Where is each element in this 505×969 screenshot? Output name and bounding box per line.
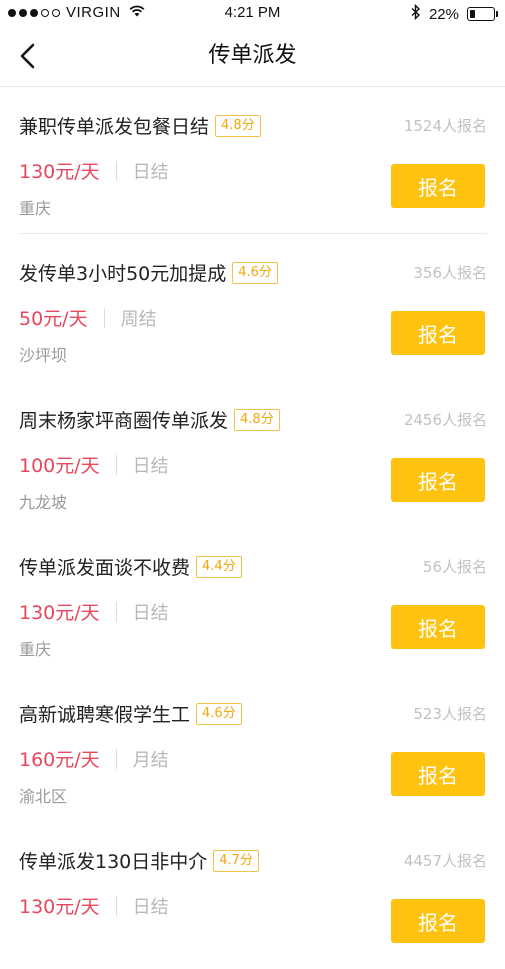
job-card[interactable]: 传单派发面谈不收费 4.4分 56人报名 130元/天 日结 重庆 报名 xyxy=(0,528,505,675)
pay-rate: 130元/天 xyxy=(19,896,100,918)
applicant-count: 4457人报名 xyxy=(403,852,487,870)
job-location: 重庆 xyxy=(19,199,52,218)
job-title: 周末杨家坪商圈传单派发 xyxy=(19,410,229,432)
job-title: 发传单3小时50元加提成 xyxy=(19,263,227,285)
pay-row: 130元/天 日结 xyxy=(19,598,169,625)
pay-rate: 100元/天 xyxy=(19,455,100,477)
job-card[interactable]: 发传单3小时50元加提成 4.6分 356人报名 50元/天 周结 沙坪坝 报名 xyxy=(0,234,505,381)
job-card[interactable]: 兼职传单派发包餐日结 4.8分 1524人报名 130元/天 日结 重庆 报名 xyxy=(0,87,505,234)
apply-button[interactable]: 报名 xyxy=(391,752,485,796)
pay-rate: 160元/天 xyxy=(19,749,100,771)
pay-row: 130元/天 日结 xyxy=(19,157,169,184)
nav-bar: 传单派发 xyxy=(0,26,505,87)
pay-row: 100元/天 日结 xyxy=(19,451,169,478)
job-location: 重庆 xyxy=(19,640,52,659)
pay-divider xyxy=(103,307,105,328)
settlement-type: 日结 xyxy=(132,602,169,624)
job-location: 九龙坡 xyxy=(19,493,68,512)
battery-icon xyxy=(467,7,498,21)
apply-button[interactable]: 报名 xyxy=(391,458,485,502)
apply-button[interactable]: 报名 xyxy=(391,164,485,208)
job-title: 兼职传单派发包餐日结 xyxy=(19,116,210,138)
rating-badge: 4.8分 xyxy=(215,114,261,137)
page-title: 传单派发 xyxy=(208,43,297,68)
job-list: 兼职传单派发包餐日结 4.8分 1524人报名 130元/天 日结 重庆 报名 … xyxy=(0,87,505,969)
bluetooth-icon xyxy=(411,3,421,24)
job-card[interactable]: 传单派发130日非中介 4.7分 4457人报名 130元/天 日结 报名 xyxy=(0,822,505,969)
job-card[interactable]: 高新诚聘寒假学生工 4.6分 523人报名 160元/天 月结 渝北区 报名 xyxy=(0,675,505,822)
pay-rate: 50元/天 xyxy=(19,308,88,330)
rating-badge: 4.4分 xyxy=(196,555,242,578)
pay-divider xyxy=(115,454,117,475)
apply-button[interactable]: 报名 xyxy=(391,311,485,355)
applicant-count: 356人报名 xyxy=(413,264,487,282)
settlement-type: 月结 xyxy=(132,749,169,771)
job-title-row: 高新诚聘寒假学生工 4.6分 xyxy=(19,700,242,727)
status-right: 22% xyxy=(411,3,498,24)
rating-badge: 4.7分 xyxy=(213,849,259,872)
pay-rate: 130元/天 xyxy=(19,602,100,624)
pay-divider xyxy=(115,895,117,916)
job-location: 渝北区 xyxy=(19,787,68,806)
settlement-type: 日结 xyxy=(132,161,169,183)
pay-row: 50元/天 周结 xyxy=(19,304,157,331)
job-title: 传单派发130日非中介 xyxy=(19,851,208,873)
job-title: 高新诚聘寒假学生工 xyxy=(19,704,191,726)
rating-badge: 4.6分 xyxy=(232,261,278,284)
pay-rate: 130元/天 xyxy=(19,161,100,183)
settlement-type: 日结 xyxy=(132,455,169,477)
job-title-row: 发传单3小时50元加提成 4.6分 xyxy=(19,259,278,286)
job-card[interactable]: 周末杨家坪商圈传单派发 4.8分 2456人报名 100元/天 日结 九龙坡 报… xyxy=(0,381,505,528)
applicant-count: 1524人报名 xyxy=(403,117,487,135)
pay-divider xyxy=(115,748,117,769)
settlement-type: 日结 xyxy=(132,896,169,918)
job-title-row: 周末杨家坪商圈传单派发 4.8分 xyxy=(19,406,280,433)
applicant-count: 56人报名 xyxy=(422,558,487,576)
apply-button[interactable]: 报名 xyxy=(391,899,485,943)
pay-row: 160元/天 月结 xyxy=(19,745,169,772)
rating-badge: 4.8分 xyxy=(234,408,280,431)
settlement-type: 周结 xyxy=(120,308,157,330)
apply-button[interactable]: 报名 xyxy=(391,605,485,649)
job-location: 沙坪坝 xyxy=(19,346,68,365)
pay-divider xyxy=(115,601,117,622)
job-title: 传单派发面谈不收费 xyxy=(19,557,191,579)
rating-badge: 4.6分 xyxy=(196,702,242,725)
applicant-count: 523人报名 xyxy=(413,705,487,723)
battery-percent: 22% xyxy=(428,5,459,23)
applicant-count: 2456人报名 xyxy=(403,411,487,429)
job-title-row: 传单派发130日非中介 4.7分 xyxy=(19,847,259,874)
pay-row: 130元/天 日结 xyxy=(19,892,169,919)
job-title-row: 兼职传单派发包餐日结 4.8分 xyxy=(19,112,261,139)
status-bar: VIRGIN 4:21 PM 22% xyxy=(0,0,505,26)
pay-divider xyxy=(115,160,117,181)
job-title-row: 传单派发面谈不收费 4.4分 xyxy=(19,553,242,580)
